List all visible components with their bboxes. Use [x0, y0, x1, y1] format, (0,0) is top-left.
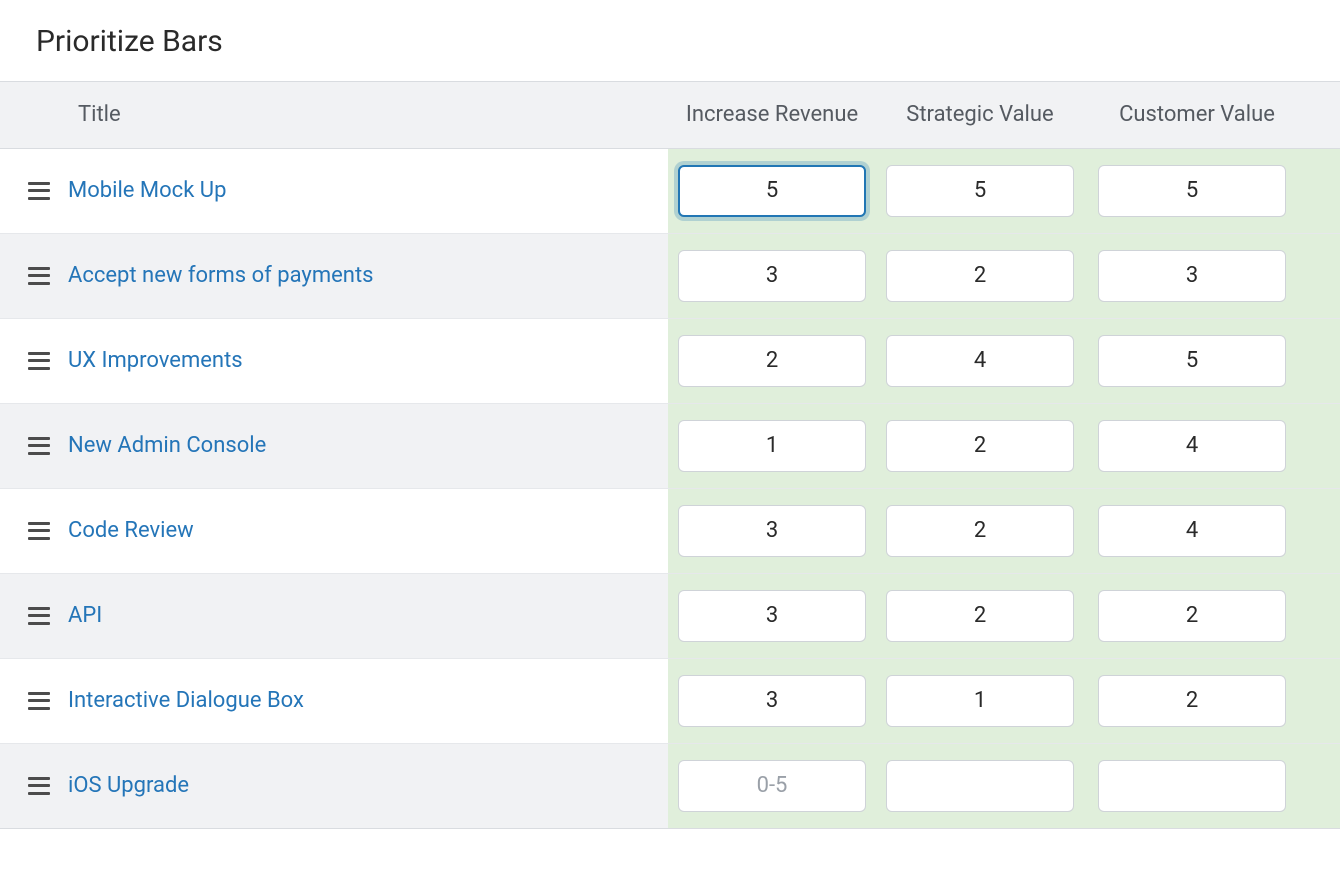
score-input[interactable] [678, 590, 866, 642]
score-input[interactable] [1098, 335, 1286, 387]
score-cell [876, 743, 1084, 828]
title-cell: Interactive Dialogue Box [0, 658, 668, 743]
table-body: Mobile Mock Up Accept new forms of paymen… [0, 148, 1340, 828]
score-cell [668, 233, 876, 318]
column-header-increase-revenue: Increase Revenue [668, 82, 876, 149]
item-title-link[interactable]: Interactive Dialogue Box [68, 688, 304, 713]
score-cell [668, 658, 876, 743]
score-input[interactable] [678, 335, 866, 387]
column-header-customer-value: Customer Value [1084, 82, 1340, 149]
title-cell: Mobile Mock Up [0, 148, 668, 233]
score-cell [668, 403, 876, 488]
drag-handle-icon[interactable] [28, 607, 50, 625]
score-cell [1084, 148, 1340, 233]
score-cell [876, 488, 1084, 573]
drag-handle-icon[interactable] [28, 437, 50, 455]
score-input[interactable] [886, 335, 1074, 387]
score-cell [1084, 403, 1340, 488]
item-title-link[interactable]: Code Review [68, 518, 194, 543]
drag-handle-icon[interactable] [28, 182, 50, 200]
table-row: UX Improvements [0, 318, 1340, 403]
score-cell [1084, 318, 1340, 403]
page-title: Prioritize Bars [0, 0, 1340, 81]
item-title-link[interactable]: Mobile Mock Up [68, 178, 226, 203]
score-cell [1084, 233, 1340, 318]
score-cell [1084, 488, 1340, 573]
score-input[interactable] [678, 760, 866, 812]
item-title-link[interactable]: Accept new forms of payments [68, 263, 374, 288]
title-cell: UX Improvements [0, 318, 668, 403]
score-input[interactable] [1098, 420, 1286, 472]
title-cell: iOS Upgrade [0, 743, 668, 828]
drag-handle-icon[interactable] [28, 522, 50, 540]
score-cell [1084, 743, 1340, 828]
score-cell [876, 318, 1084, 403]
table-row: iOS Upgrade [0, 743, 1340, 828]
score-input[interactable] [1098, 675, 1286, 727]
score-input[interactable] [886, 505, 1074, 557]
score-input[interactable] [1098, 165, 1286, 217]
score-cell [668, 488, 876, 573]
drag-handle-icon[interactable] [28, 692, 50, 710]
title-cell: Accept new forms of payments [0, 233, 668, 318]
table-row: New Admin Console [0, 403, 1340, 488]
score-input[interactable] [1098, 760, 1286, 812]
score-cell [668, 573, 876, 658]
item-title-link[interactable]: API [68, 603, 102, 628]
score-input[interactable] [886, 250, 1074, 302]
score-input[interactable] [678, 420, 866, 472]
drag-handle-icon[interactable] [28, 267, 50, 285]
score-input[interactable] [886, 590, 1074, 642]
score-input[interactable] [678, 675, 866, 727]
item-title-link[interactable]: iOS Upgrade [68, 773, 189, 798]
score-cell [876, 403, 1084, 488]
score-input[interactable] [1098, 505, 1286, 557]
score-input[interactable] [886, 760, 1074, 812]
score-cell [876, 233, 1084, 318]
score-cell [668, 318, 876, 403]
column-header-strategic-value: Strategic Value [876, 82, 1084, 149]
drag-handle-icon[interactable] [28, 777, 50, 795]
item-title-link[interactable]: New Admin Console [68, 433, 266, 458]
score-cell [668, 148, 876, 233]
score-cell [1084, 573, 1340, 658]
score-input[interactable] [1098, 250, 1286, 302]
title-cell: Code Review [0, 488, 668, 573]
score-cell [876, 573, 1084, 658]
table-row: Mobile Mock Up [0, 148, 1340, 233]
score-input[interactable] [678, 165, 866, 217]
drag-handle-icon[interactable] [28, 352, 50, 370]
score-input[interactable] [886, 675, 1074, 727]
score-input[interactable] [886, 420, 1074, 472]
score-cell [876, 148, 1084, 233]
column-header-title: Title [0, 82, 668, 149]
score-cell [668, 743, 876, 828]
item-title-link[interactable]: UX Improvements [68, 348, 243, 373]
table-row: API [0, 573, 1340, 658]
score-input[interactable] [678, 250, 866, 302]
score-cell [876, 658, 1084, 743]
title-cell: API [0, 573, 668, 658]
table-header: Title Increase Revenue Strategic Value C… [0, 82, 1340, 149]
title-cell: New Admin Console [0, 403, 668, 488]
score-input[interactable] [678, 505, 866, 557]
table-row: Code Review [0, 488, 1340, 573]
table-row: Interactive Dialogue Box [0, 658, 1340, 743]
score-input[interactable] [886, 165, 1074, 217]
prioritize-table: Title Increase Revenue Strategic Value C… [0, 81, 1340, 829]
score-input[interactable] [1098, 590, 1286, 642]
table-row: Accept new forms of payments [0, 233, 1340, 318]
score-cell [1084, 658, 1340, 743]
